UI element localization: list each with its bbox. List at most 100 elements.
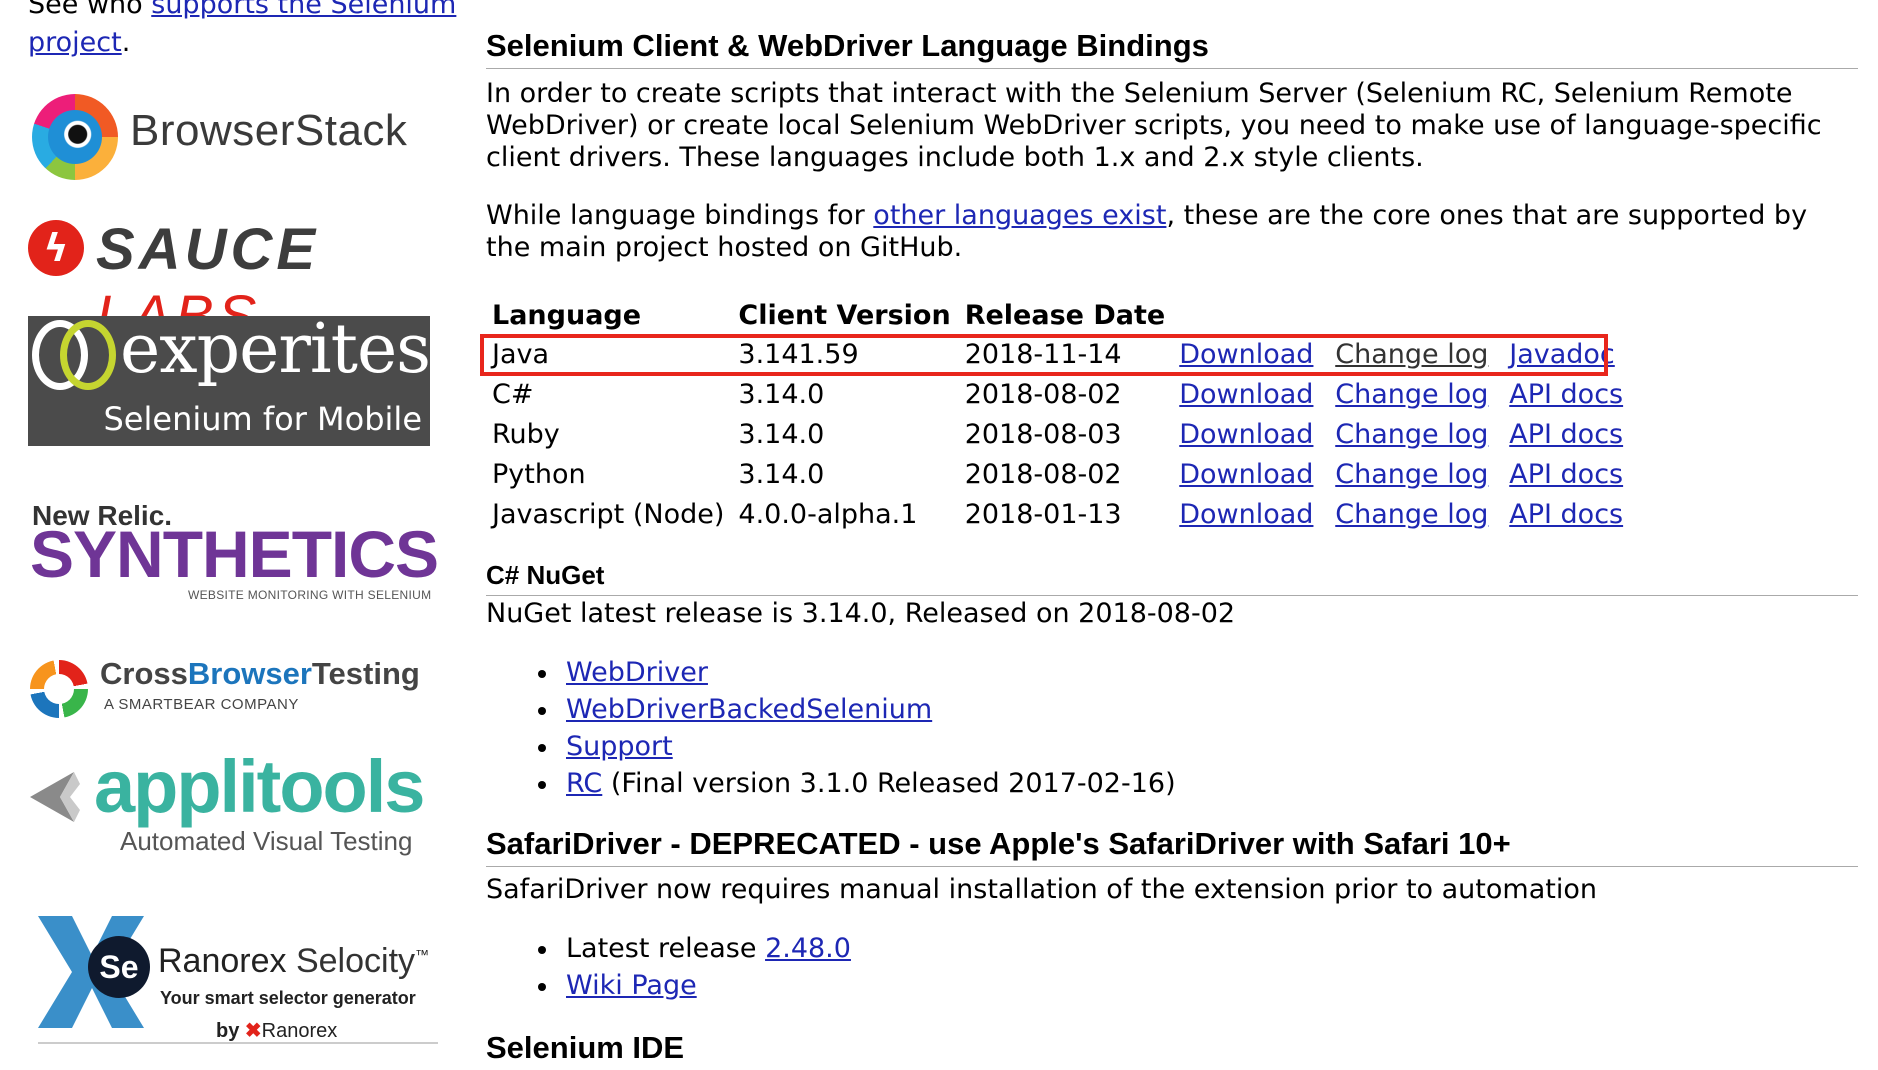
sponsors-intro-prefix: See who <box>28 0 152 20</box>
selenium-ide-heading: Selenium IDE <box>486 1030 685 1065</box>
cbt-testing: Testing <box>311 656 420 691</box>
list-item: RC (Final version 3.1.0 Released 2017-02… <box>538 765 1176 802</box>
other-languages-link[interactable]: other languages exist <box>873 200 1166 231</box>
table-row-javascript: Javascript (Node) 4.0.0-alpha.1 2018-01-… <box>486 494 1637 534</box>
python-changelog-link[interactable]: Change log <box>1335 459 1488 490</box>
crossbrowsertesting-sponsor-logo[interactable]: CrossBrowserTesting A SMARTBEAR COMPANY <box>30 656 440 726</box>
version-cell: 3.141.59 <box>738 338 859 370</box>
java-download-link[interactable]: Download <box>1179 339 1313 370</box>
python-download-link[interactable]: Download <box>1179 459 1313 490</box>
cbt-browser: Browser <box>187 656 312 691</box>
table-row-ruby: Ruby 3.14.0 2018-08-03 Download Change l… <box>486 414 1637 454</box>
browserstack-wordmark: BrowserStack <box>130 106 408 155</box>
column-header-release-date: Release Date <box>964 299 1166 331</box>
version-cell: 3.14.0 <box>738 458 825 490</box>
ranorex-word: Ranorex <box>158 942 287 980</box>
applitools-wordmark: applitools <box>94 745 425 828</box>
version-cell: 3.14.0 <box>738 378 825 410</box>
table-row-java: Java 3.141.59 2018-11-14 Download Change… <box>486 334 1637 374</box>
newrelic-synthetics-sponsor-logo[interactable]: New Relic. SYNTHETICS WEBSITE MONITORING… <box>30 500 439 610</box>
bindings-heading: Selenium Client & WebDriver Language Bin… <box>486 28 1858 69</box>
nuget-release-text: NuGet latest release is 3.14.0, Released… <box>486 598 1236 629</box>
latest-release-label: Latest release <box>566 933 766 964</box>
java-javadoc-link[interactable]: Javadoc <box>1509 339 1615 370</box>
experitest-wordmark: experitest <box>120 310 457 389</box>
ruby-api-docs-link[interactable]: API docs <box>1509 419 1623 450</box>
bindings-intro-text: In order to create scripts that interact… <box>486 78 1822 173</box>
list-item: WebDriverBackedSelenium <box>538 691 1176 728</box>
list-item: Wiki Page <box>538 967 851 1004</box>
selenium-badge: Se <box>88 936 150 998</box>
date-cell: 2018-08-03 <box>964 418 1122 450</box>
javascript-api-docs-link[interactable]: API docs <box>1509 499 1623 530</box>
language-bindings-table: Language Client Version Release Date Jav… <box>486 296 1637 534</box>
crossbrowsertesting-wordmark: CrossBrowserTesting <box>100 656 420 692</box>
applitools-arrow-icon <box>30 772 80 822</box>
saucelabs-sponsor-logo[interactable]: ϟ SAUCE LABS <box>28 217 438 349</box>
selocity-word: Selocity <box>286 942 416 980</box>
ranorex-selocity-sponsor-logo[interactable]: Se Ranorex Selocity™ Your smart selector… <box>32 912 442 1062</box>
synthetics-wordmark: SYNTHETICS <box>30 517 439 591</box>
csharp-api-docs-link[interactable]: API docs <box>1509 379 1623 410</box>
table-row-csharp: C# 3.14.0 2018-08-02 Download Change log… <box>486 374 1637 414</box>
browserstack-sponsor-logo[interactable]: BrowserStack <box>32 92 432 182</box>
language-cell: C# <box>492 378 534 410</box>
ruby-changelog-link[interactable]: Change log <box>1335 419 1488 450</box>
language-cell: Java <box>492 338 550 370</box>
synthetics-tagline: WEBSITE MONITORING WITH SELENIUM <box>188 588 432 602</box>
ranorex-tagline: Your smart selector generator <box>160 988 416 1008</box>
python-api-docs-link[interactable]: API docs <box>1509 459 1623 490</box>
date-cell: 2018-01-13 <box>964 498 1122 530</box>
sponsors-intro-suffix: . <box>121 27 131 58</box>
column-header-client-version: Client Version <box>738 299 951 331</box>
bindings-support-text: While language bindings for other langua… <box>486 200 1858 264</box>
nuget-webdriver-link[interactable]: WebDriver <box>566 657 708 688</box>
experitest-rings-icon <box>32 320 124 396</box>
javascript-download-link[interactable]: Download <box>1179 499 1313 530</box>
crossbrowsertesting-ring-icon <box>30 660 88 718</box>
safaridriver-text: SafariDriver now requires manual install… <box>486 874 1597 905</box>
ruby-download-link[interactable]: Download <box>1179 419 1313 450</box>
column-header-language: Language <box>492 299 642 331</box>
javascript-changelog-link[interactable]: Change log <box>1335 499 1488 530</box>
safaridriver-heading: SafariDriver - DEPRECATED - use Apple's … <box>486 826 1858 867</box>
java-changelog-link[interactable]: Change log <box>1335 339 1488 370</box>
nuget-rc-link[interactable]: RC <box>566 768 602 799</box>
table-header-row: Language Client Version Release Date <box>486 296 1637 334</box>
safaridriver-wiki-link[interactable]: Wiki Page <box>566 970 697 1001</box>
language-cell: Python <box>492 458 586 490</box>
safaridriver-release-link[interactable]: 2.48.0 <box>765 933 851 964</box>
applitools-sponsor-logo[interactable]: applitools Automated Visual Testing <box>30 745 440 862</box>
list-item: WebDriver <box>538 654 1176 691</box>
experitest-sponsor-logo[interactable]: experitest Selenium for Mobile <box>28 310 457 446</box>
applitools-tagline: Automated Visual Testing <box>120 826 413 856</box>
lightning-bolt-icon: ϟ <box>28 220 84 276</box>
version-cell: 4.0.0-alpha.1 <box>738 498 918 530</box>
list-item: Support <box>538 728 1176 765</box>
cbt-cross: Cross <box>100 656 188 691</box>
csharp-download-link[interactable]: Download <box>1179 379 1313 410</box>
sidebar-divider <box>38 1042 438 1044</box>
bindings-support-prefix: While language bindings for <box>486 200 874 231</box>
safaridriver-link-list: Latest release 2.48.0 Wiki Page <box>486 930 851 1004</box>
nuget-link-list: WebDriver WebDriverBackedSelenium Suppor… <box>486 654 1176 802</box>
experitest-tagline: Selenium for Mobile <box>103 400 422 438</box>
ranorex-company: Ranorex <box>261 1020 338 1042</box>
date-cell: 2018-08-02 <box>964 378 1122 410</box>
by-word: by <box>216 1020 240 1042</box>
sauce-word: SAUCE <box>96 217 320 282</box>
browserstack-eye-icon <box>32 94 118 180</box>
csharp-changelog-link[interactable]: Change log <box>1335 379 1488 410</box>
nuget-support-link[interactable]: Support <box>566 731 673 762</box>
language-cell: Ruby <box>492 418 560 450</box>
sponsors-sidebar: See who supports the Selenium project. B… <box>0 0 460 1062</box>
rc-note: (Final version 3.1.0 Released 2017-02-16… <box>602 768 1176 799</box>
crossbrowsertesting-tagline: A SMARTBEAR COMPANY <box>104 696 299 713</box>
version-cell: 3.14.0 <box>738 418 825 450</box>
ranorex-small-x-icon: ✖ <box>244 1020 262 1042</box>
date-cell: 2018-08-02 <box>964 458 1122 490</box>
ranorex-selocity-wordmark: Ranorex Selocity™ <box>158 942 429 981</box>
language-cell: Javascript (Node) <box>492 498 725 530</box>
nuget-webdriverbackedselenium-link[interactable]: WebDriverBackedSelenium <box>566 694 932 725</box>
ranorex-by-label: by ✖Ranorex <box>216 1018 337 1043</box>
